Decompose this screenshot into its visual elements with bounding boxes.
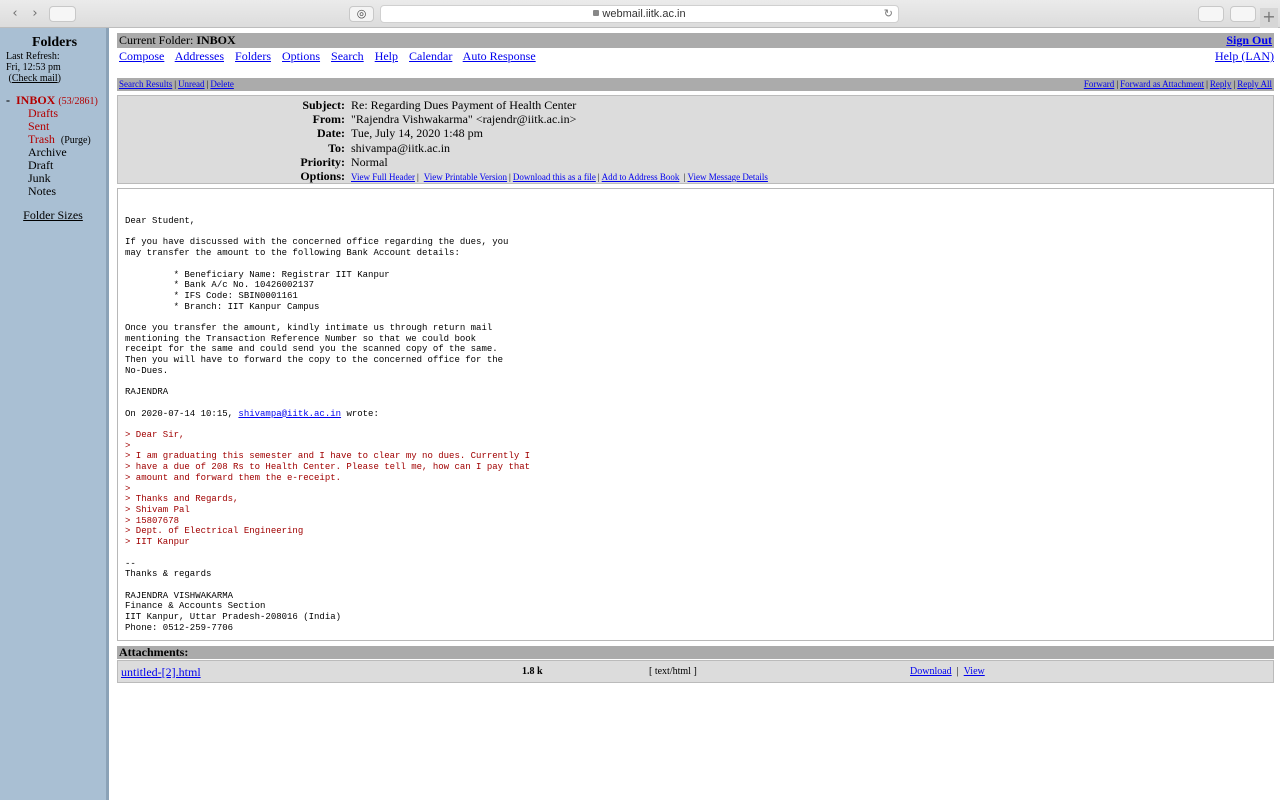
date-label: Date: [317, 126, 345, 140]
main-menu: Compose Addresses Folders Options Search… [119, 49, 1274, 64]
body-main-text: Dear Student, If you have discussed with… [125, 216, 509, 419]
add-to-address-book-link[interactable]: Add to Address Book [602, 172, 680, 182]
folder-sizes-link[interactable]: Folder Sizes [0, 208, 106, 223]
folder-trash[interactable]: Trash [28, 132, 55, 146]
menu-options[interactable]: Options [282, 49, 320, 63]
sidebar-toggle-icon[interactable] [49, 6, 76, 22]
message-options: View Full Header | View Printable Version… [351, 172, 768, 182]
delete-link[interactable]: Delete [210, 79, 233, 89]
menu-help[interactable]: Help [375, 49, 398, 63]
folder-inbox-label[interactable]: INBOX [16, 93, 55, 107]
last-refresh: Last Refresh: Fri, 12:53 pm (Check mail) [6, 51, 62, 84]
view-message-details-link[interactable]: View Message Details [687, 172, 767, 182]
folder-notes[interactable]: Notes [28, 185, 98, 198]
signature-text: -- Thanks & regards RAJENDRA VISHWAKARMA… [125, 558, 342, 633]
subject-value: Re: Regarding Dues Payment of Health Cen… [351, 98, 577, 112]
body-wrote-text: wrote: [346, 408, 379, 419]
forward-as-attachment-link[interactable]: Forward as Attachment [1120, 79, 1204, 89]
view-full-header-link[interactable]: View Full Header [351, 172, 415, 182]
date-value: Tue, July 14, 2020 1:48 pm [351, 126, 483, 140]
message-action-bar: Search Results | Unread | Delete Forward | For… [117, 78, 1274, 91]
quoted-text: > Dear Sir, > > I am graduating this sem… [125, 430, 531, 548]
forward-link[interactable]: Forward [1084, 79, 1115, 89]
menu-calendar[interactable]: Calendar [409, 49, 452, 63]
download-as-file-link[interactable]: Download this as a file [513, 172, 596, 182]
options-label: Options: [300, 169, 345, 183]
priority-label: Priority: [300, 155, 345, 169]
sign-out-link[interactable]: Sign Out [1226, 33, 1272, 48]
reload-icon[interactable]: ↻ [884, 6, 893, 22]
menu-compose[interactable]: Compose [119, 49, 164, 63]
lock-icon [593, 10, 600, 16]
current-folder-label: Current Folder: [119, 33, 194, 47]
address-bar[interactable]: webmail.iitk.ac.in ↻ [380, 5, 899, 23]
to-value: shivampa@iitk.ac.in [351, 141, 451, 155]
url-text: webmail.iitk.ac.in [602, 8, 686, 20]
help-lan-link[interactable]: Help (LAN) [1215, 49, 1274, 64]
quoted-sender-email-link[interactable]: shivampa@iitk.ac.in [238, 409, 341, 419]
message-body-text: Dear Student, If you have discussed with… [125, 216, 530, 633]
attachment-download-link[interactable]: Download [910, 666, 952, 677]
attachment-type: [ text/html ] [649, 666, 697, 677]
new-tab-icon[interactable]: + [1260, 8, 1278, 28]
menu-search[interactable]: Search [331, 49, 364, 63]
subject-label: Subject: [302, 98, 345, 112]
current-folder-bar: Current Folder: INBOX Sign Out [117, 33, 1274, 48]
inbox-count: (53/2861) [58, 96, 98, 107]
check-mail-link[interactable]: Check mail [12, 73, 58, 84]
tabs-overview-icon[interactable] [1230, 6, 1256, 22]
attachment-filename-link[interactable]: untitled-[2].html [121, 661, 201, 683]
folder-sidebar: Folders Last Refresh: Fri, 12:53 pm (Che… [0, 28, 109, 800]
attachments-heading: Attachments: [117, 646, 1274, 659]
attachment-row: untitled-[2].html 1.8 k [ text/html ] Do… [117, 660, 1274, 683]
unread-link[interactable]: Unread [178, 79, 205, 89]
folders-heading: Folders [31, 35, 78, 50]
share-icon[interactable] [1198, 6, 1224, 22]
to-label: To: [328, 141, 345, 155]
message-body: Dear Student, If you have discussed with… [117, 188, 1274, 641]
attachment-actions: Download | View [910, 666, 985, 677]
back-icon[interactable]: ‹ [6, 6, 24, 22]
extension-icon[interactable]: ◎ [349, 6, 374, 22]
from-label: From: [312, 112, 345, 126]
forward-icon[interactable]: › [26, 6, 44, 22]
menu-auto-response[interactable]: Auto Response [463, 49, 536, 63]
last-refresh-label: Last Refresh: [6, 51, 60, 62]
folder-list: - INBOX (53/2861) Drafts Sent Trash (Purg… [6, 94, 98, 198]
reply-link[interactable]: Reply [1210, 79, 1232, 89]
reply-all-link[interactable]: Reply All [1237, 79, 1272, 89]
search-results-link[interactable]: Search Results [119, 79, 172, 89]
attachment-size: 1.8 k [522, 666, 543, 677]
menu-addresses[interactable]: Addresses [175, 49, 224, 63]
menu-folders[interactable]: Folders [235, 49, 271, 63]
priority-value: Normal [351, 155, 388, 169]
last-refresh-time: Fri, 12:53 pm [6, 62, 61, 73]
from-value: "Rajendra Vishwakarma" <rajendr@iitk.ac.… [351, 112, 577, 126]
current-folder-name: INBOX [196, 33, 236, 47]
browser-toolbar: ‹ › ◎ webmail.iitk.ac.in ↻ + [0, 0, 1280, 28]
message-header: Subject: Re: Regarding Dues Payment of H… [117, 95, 1274, 184]
view-printable-version-link[interactable]: View Printable Version [424, 172, 507, 182]
attachment-view-link[interactable]: View [964, 666, 985, 677]
